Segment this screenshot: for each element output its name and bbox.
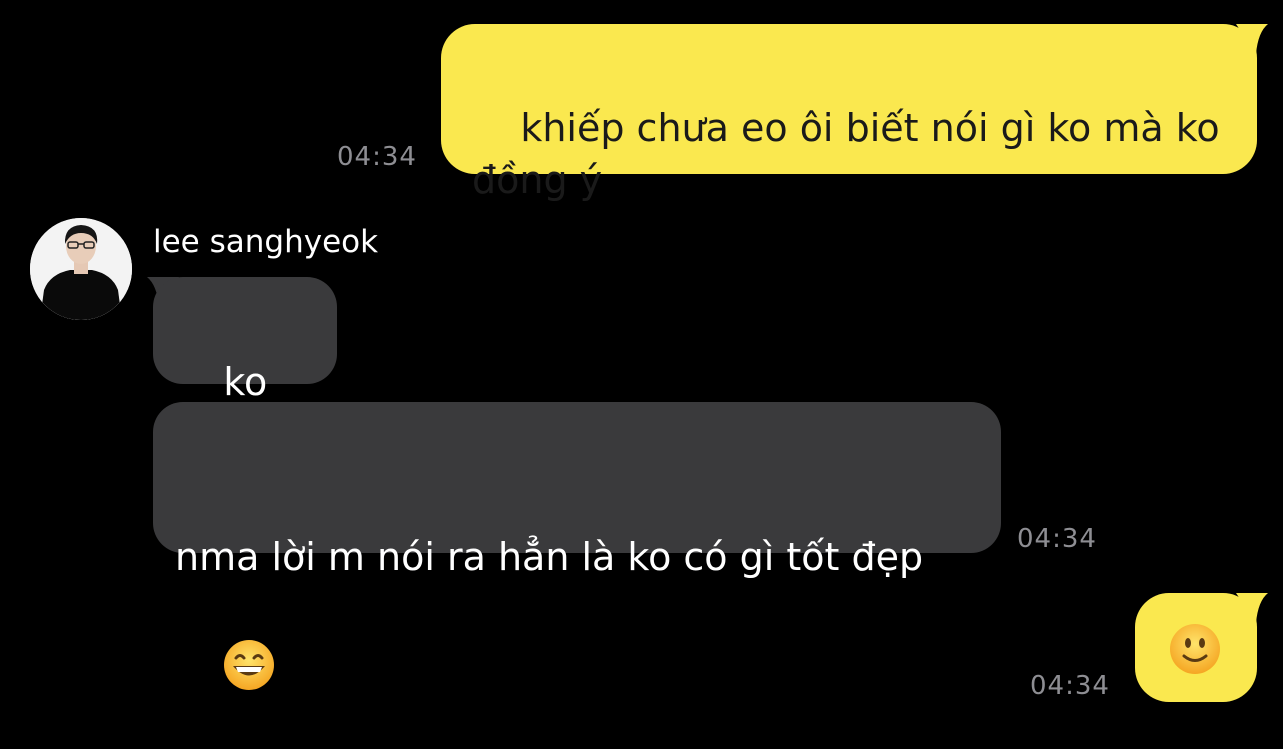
incoming-bubble[interactable]: nma lời m nói ra hẳn là ko có gì tốt đẹp	[153, 402, 1001, 690]
message-timestamp: 04:34	[337, 142, 417, 172]
slightly-smiling-face-icon	[1170, 624, 1220, 674]
message-timestamp: 04:34	[1017, 524, 1097, 554]
outgoing-bubble[interactable]: khiếp chưa eo ôi biết nói gì ko mà ko đồ…	[441, 24, 1257, 202]
message-text: khiếp chưa eo ôi biết nói gì ko mà ko đồ…	[472, 106, 1220, 202]
bubble-tail-icon	[1236, 593, 1268, 623]
message-timestamp: 04:34	[1030, 671, 1110, 701]
message-text: nma lời m nói ra hẳn là ko có gì tốt đẹp	[175, 535, 924, 579]
grinning-face-with-smiling-eyes-icon	[224, 639, 275, 690]
bubble-tail-icon	[1236, 24, 1268, 54]
avatar[interactable]	[30, 218, 132, 320]
sender-name: lee sanghyeok	[153, 224, 379, 260]
profile-photo-avatar-icon	[30, 218, 132, 320]
incoming-bubble[interactable]: ko biết	[153, 277, 337, 456]
